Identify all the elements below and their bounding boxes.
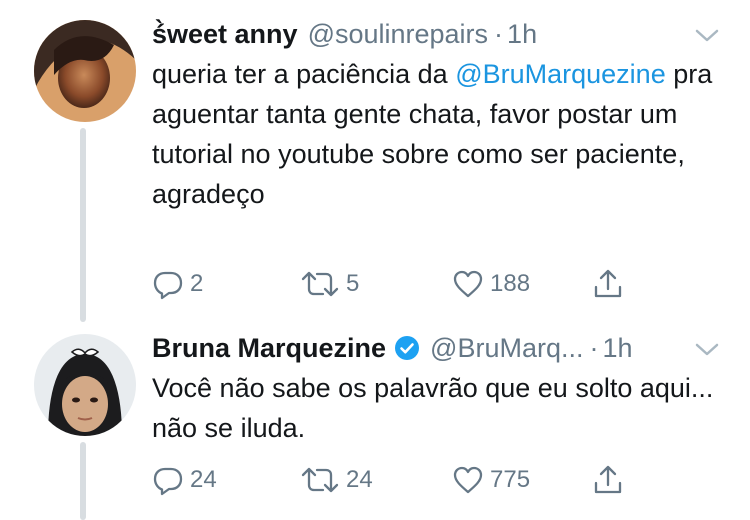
verified-badge-icon xyxy=(394,335,420,361)
tweet-text: queria ter a paciência da @BruMarquezine… xyxy=(152,54,722,214)
tweet-text: Você não sabe os palavrão que eu solto a… xyxy=(152,373,714,443)
user-handle[interactable]: @BruMarq... xyxy=(430,333,583,364)
avatar[interactable] xyxy=(34,334,136,436)
display-name[interactable]: ś̀weet anny xyxy=(152,19,298,50)
timestamp[interactable]: 1h xyxy=(507,19,537,50)
timestamp[interactable]: 1h xyxy=(603,333,633,364)
retweet-count: 5 xyxy=(346,270,360,297)
user-handle[interactable]: @soulinrepairs xyxy=(308,19,488,50)
tweet-actions: 24 24 775 xyxy=(152,460,672,500)
share-button[interactable] xyxy=(592,460,624,500)
retweet-icon xyxy=(300,268,340,300)
thread-line xyxy=(80,442,86,520)
share-icon xyxy=(592,267,624,301)
tweet-text-before: queria ter a paciência da xyxy=(152,59,456,89)
reply-button[interactable]: 2 xyxy=(152,264,203,304)
like-icon xyxy=(452,268,484,300)
tweet-2[interactable]: Bruna Marquezine @BruMarq... · 1h Você n… xyxy=(0,322,750,520)
retweet-button[interactable]: 5 xyxy=(300,264,359,304)
like-count: 188 xyxy=(490,270,531,297)
tweet-1[interactable]: ś̀weet anny @soulinrepairs · 1h queria t… xyxy=(0,0,750,322)
tweet-header: Bruna Marquezine @BruMarq... · 1h xyxy=(152,330,720,366)
like-button[interactable]: 775 xyxy=(452,460,530,500)
chevron-down-icon[interactable] xyxy=(694,336,720,356)
retweet-count: 24 xyxy=(346,466,373,493)
mention-link[interactable]: @BruMarquezine xyxy=(455,59,666,89)
thread-line xyxy=(80,128,86,322)
separator: · xyxy=(494,18,504,49)
reply-count: 2 xyxy=(190,270,204,297)
reply-icon xyxy=(152,268,184,300)
reply-icon xyxy=(152,464,184,496)
like-icon xyxy=(452,464,484,496)
chevron-down-icon[interactable] xyxy=(694,22,720,42)
retweet-button[interactable]: 24 xyxy=(300,460,373,500)
reply-count: 24 xyxy=(190,466,217,493)
separator: · xyxy=(589,332,599,363)
tweet-actions: 2 5 188 xyxy=(152,264,672,304)
like-count: 775 xyxy=(490,466,531,493)
share-icon xyxy=(592,463,624,497)
avatar[interactable] xyxy=(34,20,136,122)
reply-button[interactable]: 24 xyxy=(152,460,217,500)
display-name[interactable]: Bruna Marquezine xyxy=(152,333,386,364)
share-button[interactable] xyxy=(592,264,624,304)
like-button[interactable]: 188 xyxy=(452,264,530,304)
retweet-icon xyxy=(300,464,340,496)
tweet-header: ś̀weet anny @soulinrepairs · 1h xyxy=(152,16,720,52)
